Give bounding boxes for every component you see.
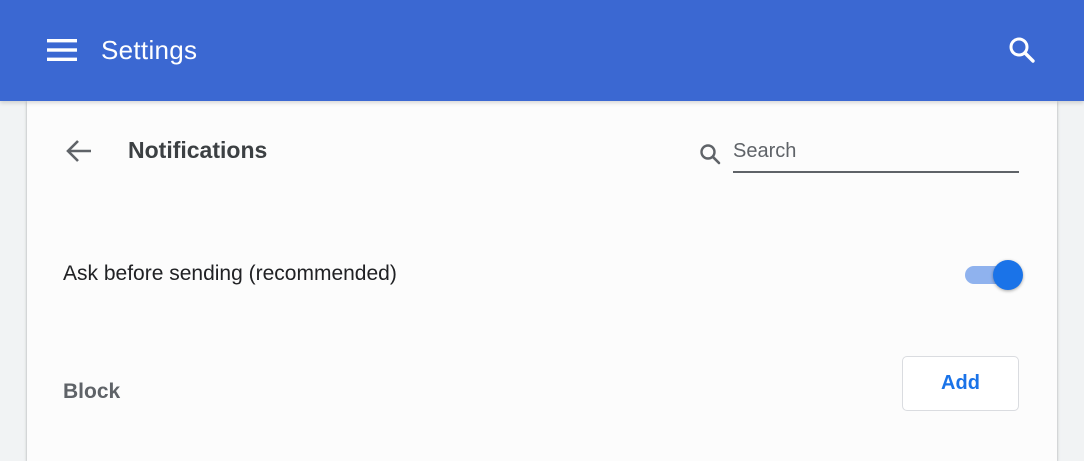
ask-before-sending-label: Ask before sending (recommended) (63, 262, 397, 285)
add-block-site-button[interactable]: Add (902, 356, 1019, 411)
main-menu-button[interactable] (40, 30, 84, 70)
back-button[interactable] (59, 131, 99, 171)
settings-card: Notifications Ask before sending (recomm… (27, 101, 1057, 461)
page-title: Notifications (128, 137, 268, 163)
search-icon (1009, 37, 1035, 63)
app-title: Settings (101, 35, 198, 65)
top-app-bar: Settings (0, 0, 1084, 101)
search-settings-button[interactable] (1002, 30, 1042, 70)
block-section-label: Block (63, 380, 121, 403)
toggle-knob (993, 260, 1023, 290)
notifications-search-field (695, 131, 1021, 175)
search-input[interactable] (733, 131, 1019, 173)
hamburger-menu-icon (47, 39, 77, 61)
search-icon (695, 139, 725, 169)
ask-before-sending-toggle[interactable] (963, 258, 1023, 290)
arrow-back-icon (66, 140, 91, 162)
